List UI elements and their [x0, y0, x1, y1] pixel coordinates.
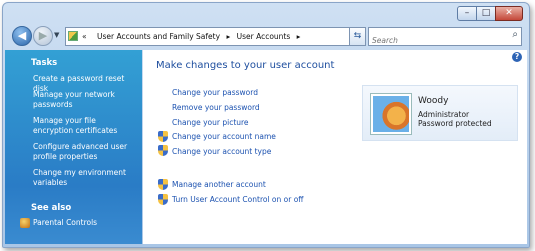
- maximize-button[interactable]: □: [476, 6, 496, 21]
- refresh-button[interactable]: ⇆: [349, 27, 366, 46]
- manage-another-account-link[interactable]: Manage another account: [172, 180, 266, 189]
- breadcrumb-separator-icon[interactable]: ▸: [226, 32, 230, 41]
- breadcrumb-overflow[interactable]: «: [82, 32, 87, 41]
- user-role: Administrator: [418, 110, 470, 119]
- help-icon[interactable]: ?: [512, 52, 522, 62]
- window-controls: – □ ✕: [457, 6, 523, 21]
- sidebar-item-parental-controls[interactable]: Parental Controls: [33, 218, 138, 228]
- change-account-type-link[interactable]: Change your account type: [172, 147, 271, 156]
- password-status: Password protected: [418, 119, 492, 128]
- change-picture-link[interactable]: Change your picture: [172, 118, 249, 127]
- search-input[interactable]: [372, 33, 500, 48]
- uac-shield-icon: [158, 179, 168, 190]
- sidebar-item-network-passwords[interactable]: Manage your network passwords: [33, 90, 138, 110]
- sidebar-item-encryption-certificates[interactable]: Manage your file encryption certificates: [33, 116, 138, 136]
- uac-shield-icon: [158, 131, 168, 142]
- change-password-link[interactable]: Change your password: [172, 88, 258, 97]
- parental-controls-icon: [20, 218, 30, 228]
- forward-button[interactable]: ▶: [33, 26, 53, 46]
- navigation-bar: ◀ ▶ ▼ « User Accounts and Family Safety …: [3, 25, 529, 49]
- address-bar[interactable]: « User Accounts and Family Safety ▸ User…: [65, 27, 362, 46]
- uac-shield-icon: [158, 145, 168, 156]
- breadcrumb-separator-icon[interactable]: ▸: [297, 32, 301, 41]
- breadcrumb: « User Accounts and Family Safety ▸ User…: [82, 28, 304, 45]
- task-pane: Tasks Create a password reset disk Manag…: [5, 50, 142, 244]
- remove-password-link[interactable]: Remove your password: [172, 103, 260, 112]
- control-panel-window: – □ ✕ ◀ ▶ ▼ « User Accounts and Family S…: [2, 2, 530, 248]
- search-icon[interactable]: ⌕: [512, 29, 518, 40]
- control-panel-icon: [68, 31, 78, 41]
- change-account-name-link[interactable]: Change your account name: [172, 132, 276, 141]
- sidebar-item-environment-variables[interactable]: Change my environment variables: [33, 168, 138, 188]
- see-also-heading: See also: [31, 203, 72, 213]
- minimize-button[interactable]: –: [457, 6, 477, 21]
- avatar: [371, 94, 411, 134]
- back-button[interactable]: ◀: [12, 26, 32, 46]
- uac-shield-icon: [158, 194, 168, 205]
- user-account-card: Woody Administrator Password protected: [362, 85, 518, 141]
- recent-pages-chevron-icon[interactable]: ▼: [54, 31, 59, 39]
- close-button[interactable]: ✕: [495, 6, 523, 21]
- tasks-heading: Tasks: [31, 58, 58, 68]
- breadcrumb-item-user-accounts[interactable]: User Accounts: [237, 32, 291, 41]
- page-title: Make changes to your user account: [156, 60, 335, 71]
- main-panel: ? Make changes to your user account Chan…: [143, 50, 527, 244]
- breadcrumb-item-family-safety[interactable]: User Accounts and Family Safety: [97, 32, 220, 41]
- uac-toggle-link[interactable]: Turn User Account Control on or off: [172, 195, 303, 204]
- sidebar-item-user-profile-properties[interactable]: Configure advanced user profile properti…: [33, 142, 138, 162]
- title-bar: – □ ✕: [3, 3, 529, 23]
- user-name: Woody: [418, 96, 449, 106]
- search-box: ⌕: [368, 27, 522, 48]
